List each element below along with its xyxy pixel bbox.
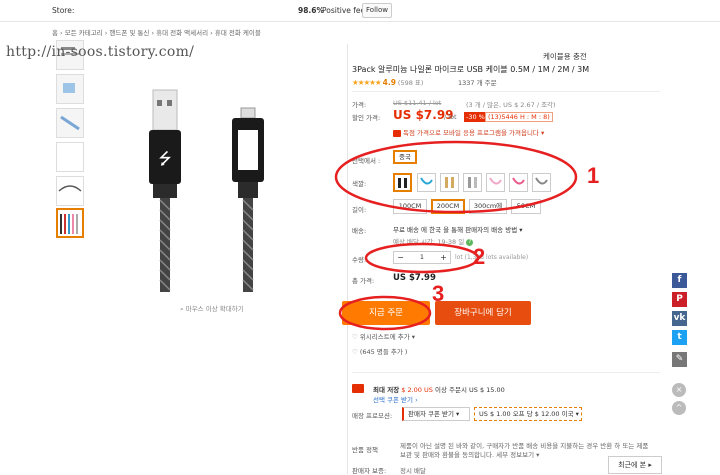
annotation-overlay bbox=[334, 140, 578, 331]
discount-price-label: 할인 가격: bbox=[352, 114, 381, 122]
edit-icon[interactable]: ✎ bbox=[672, 352, 687, 367]
annotation-ellipse bbox=[364, 242, 480, 274]
follow-button[interactable]: Follow bbox=[362, 3, 392, 18]
facebook-icon[interactable]: f bbox=[672, 273, 687, 288]
zoom-hint-text: 마우스 이상 확대하기 bbox=[185, 305, 244, 313]
app-promo-text[interactable]: 독점 가격으로 모바일 응용 프로그램을 가져옵니다 ▾ bbox=[403, 129, 544, 137]
seller-coupon-dropdown[interactable]: 판매자 쿠폰 받기 ▾ bbox=[402, 407, 470, 421]
zoom-hint: ⌕ 마우스 이상 확대하기 bbox=[180, 303, 244, 314]
countdown-timer: (13)5446 H : M : 8) bbox=[485, 112, 553, 122]
close-icon[interactable]: × bbox=[672, 383, 686, 397]
old-price: US $11.41 / lot bbox=[393, 99, 442, 107]
thumbnail[interactable] bbox=[56, 176, 84, 206]
recently-viewed-button[interactable]: 최근에 본 ▸ bbox=[608, 456, 662, 474]
thumbnail[interactable] bbox=[56, 108, 84, 138]
chevron-up-icon[interactable]: ^ bbox=[672, 401, 686, 415]
return-policy-label: 반품 정책 bbox=[352, 446, 378, 454]
rating-count[interactable]: (598 표) bbox=[398, 79, 424, 87]
feedback-percent: 98.6% bbox=[298, 6, 325, 15]
lot-unit: / lot bbox=[444, 113, 457, 121]
annotation-ellipse bbox=[338, 295, 432, 331]
product-title: 3Pack 알루미늄 나일론 마이크로 USB 케이블 0.5M / 1M / … bbox=[352, 65, 590, 74]
seller-chip[interactable]: 케이블용 충전 bbox=[543, 51, 587, 62]
watermark-text: http://in-soos.tistory.com/ bbox=[6, 44, 195, 60]
old-price-note: (3 개 / 많은, US $ 2.67 / 조각) bbox=[466, 101, 556, 109]
annotation-number: 2 bbox=[473, 244, 486, 269]
store-label: Store: bbox=[52, 6, 75, 15]
breadcrumb[interactable]: 홈 › 모든 카테고리 › 핸드폰 및 통신 › 휴대 전화 액세서리 › 휴대… bbox=[52, 27, 261, 37]
store-promo-label: 매장 프로모션: bbox=[352, 412, 393, 420]
app-promo[interactable]: 독점 가격으로 모바일 응용 프로그램을 가져옵니다 ▾ bbox=[393, 127, 544, 137]
star-rating-icon: ★★★★★ bbox=[352, 78, 382, 87]
order-count: 1337 개 주문 bbox=[458, 79, 497, 87]
price-label: 가격: bbox=[352, 101, 367, 109]
thumbnail[interactable] bbox=[56, 142, 84, 172]
pinterest-icon[interactable]: P bbox=[672, 292, 687, 307]
thumbnail[interactable] bbox=[56, 74, 84, 104]
annotation-number: 1 bbox=[587, 163, 600, 188]
product-main-image[interactable]: ⭍ bbox=[105, 60, 325, 300]
discount-badge: -30 % bbox=[464, 112, 487, 122]
store-topbar: Store: 98.6% Positive feedback Follow bbox=[0, 0, 720, 22]
annotation-number: 3 bbox=[432, 281, 445, 306]
divider bbox=[352, 91, 660, 92]
twitter-icon[interactable]: t bbox=[672, 330, 687, 345]
svg-text:⭍: ⭍ bbox=[158, 149, 171, 168]
store-discount-dropdown[interactable]: US $ 1.00 오프 당 $ 12.00 이국 ▾ bbox=[474, 407, 582, 421]
rating-score: 4.9 bbox=[382, 78, 396, 87]
annotation-ellipse bbox=[334, 140, 578, 214]
rating[interactable]: ★★★★★ 4.9 (598 표) bbox=[352, 77, 423, 87]
thumbnail-selected[interactable] bbox=[56, 208, 84, 238]
vk-icon[interactable]: vk bbox=[672, 311, 687, 326]
mobile-app-icon bbox=[393, 129, 401, 137]
